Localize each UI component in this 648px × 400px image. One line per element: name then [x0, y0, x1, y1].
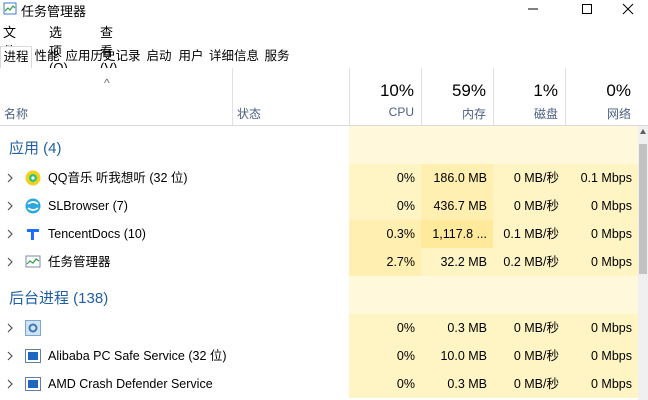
disk-value: 0 MB/秒 [493, 192, 565, 220]
close-icon [622, 3, 634, 15]
cpu-value: 2.7% [349, 248, 421, 276]
tab-startup[interactable]: 启动 [144, 46, 174, 67]
group-header-apps[interactable]: 应用 (4) [0, 126, 638, 164]
table-row[interactable]: SLBrowser (7) 0% 436.7 MB 0 MB/秒 0 Mbps [0, 192, 638, 220]
table-row[interactable]: 0% 0.3 MB 0 MB/秒 0 Mbps [0, 314, 638, 342]
header-network-label: 网络 [606, 107, 631, 121]
tencent-docs-icon [27, 229, 39, 240]
minimize-icon [528, 8, 538, 10]
service-app-icon [25, 349, 41, 363]
network-value: 0 Mbps [565, 370, 638, 398]
table-row[interactable]: AMD Crash Defender Service 0% 0.3 MB 0 M… [0, 370, 638, 398]
task-manager-icon [3, 2, 17, 15]
tab-services[interactable]: 服务 [262, 46, 292, 67]
group-title-apps: 应用 (4) [9, 140, 62, 157]
title-bar: 任务管理器 [0, 0, 648, 19]
header-cpu-percent: 10% [379, 81, 414, 100]
header-memory-percent: 59% [451, 81, 486, 100]
column-headers: ^ 名称 状态 10% CPU 59% 内存 1% 磁盘 0% 网络 [0, 68, 648, 126]
memory-value: 186.0 MB [421, 164, 493, 192]
cpu-value: 0% [349, 192, 421, 220]
scroll-up-icon[interactable] [639, 128, 647, 136]
task-manager-icon [25, 255, 41, 268]
cpu-value: 0% [349, 314, 421, 342]
group-header-background[interactable]: 后台进程 (138) [0, 276, 638, 314]
memory-value: 436.7 MB [421, 192, 493, 220]
disk-value: 0 MB/秒 [493, 370, 565, 398]
chevron-right-icon[interactable] [6, 351, 14, 361]
header-memory[interactable]: 59% 内存 [421, 68, 494, 125]
scrollbar-thumb[interactable] [639, 144, 647, 274]
disk-value: 0.1 MB/秒 [493, 220, 565, 248]
chevron-right-icon[interactable] [6, 323, 14, 333]
header-status-label: 状态 [237, 107, 262, 121]
network-value: 0 Mbps [565, 314, 638, 342]
table-row[interactable]: 任务管理器 2.7% 32.2 MB 0.2 MB/秒 0 Mbps [0, 248, 638, 276]
memory-value: 1,117.8 ... [421, 220, 493, 248]
header-cpu[interactable]: 10% CPU [349, 68, 422, 125]
process-list: 应用 (4) QQ音乐 听我想听 (32 位) 0% 186.0 MB 0 MB… [0, 126, 638, 400]
table-row[interactable]: QQ音乐 听我想听 (32 位) 0% 186.0 MB 0 MB/秒 0.1 … [0, 164, 638, 192]
header-cpu-label: CPU [388, 105, 414, 119]
tab-details[interactable]: 详细信息 [207, 46, 261, 67]
chevron-right-icon[interactable] [6, 173, 14, 183]
disk-value: 0 MB/秒 [493, 164, 565, 192]
cpu-value: 0% [349, 342, 421, 370]
disk-value: 0 MB/秒 [493, 342, 565, 370]
cpu-value: 0% [349, 164, 421, 192]
header-memory-label: 内存 [461, 107, 486, 121]
network-value: 0 Mbps [565, 342, 638, 370]
header-disk-label: 磁盘 [533, 107, 558, 121]
qq-music-icon [25, 170, 41, 186]
header-name[interactable]: ^ 名称 [0, 68, 232, 125]
header-status[interactable]: 状态 [232, 68, 350, 125]
tab-users[interactable]: 用户 [176, 46, 206, 67]
memory-value: 10.0 MB [421, 342, 493, 370]
header-disk[interactable]: 1% 磁盘 [493, 68, 566, 125]
minimize-button[interactable] [510, 0, 556, 18]
disk-value: 0 MB/秒 [493, 314, 565, 342]
window-title: 任务管理器 [21, 4, 87, 19]
tab-processes[interactable]: 进程 [0, 46, 32, 69]
cpu-value: 0% [349, 370, 421, 398]
network-value: 0 Mbps [565, 248, 638, 276]
service-app-icon [25, 377, 41, 391]
process-name: Alibaba PC Safe Service (32 位) [48, 349, 227, 363]
vertical-scrollbar[interactable] [638, 126, 648, 400]
header-name-label: 名称 [4, 107, 29, 121]
table-row[interactable]: TencentDocs (10) 0.3% 1,117.8 ... 0.1 MB… [0, 220, 638, 248]
group-title-background: 后台进程 (138) [9, 290, 109, 307]
network-value: 0 Mbps [565, 192, 638, 220]
maximize-button[interactable] [564, 0, 610, 18]
chevron-right-icon[interactable] [6, 229, 14, 239]
maximize-icon [582, 4, 592, 14]
header-network-percent: 0% [606, 81, 631, 100]
gear-service-icon [25, 320, 41, 336]
header-disk-percent: 1% [533, 81, 558, 100]
sort-ascending-icon: ^ [104, 76, 110, 90]
memory-value: 32.2 MB [421, 248, 493, 276]
disk-value: 0.2 MB/秒 [493, 248, 565, 276]
chevron-right-icon[interactable] [6, 379, 14, 389]
process-name: 任务管理器 [48, 255, 111, 269]
close-button[interactable] [608, 0, 648, 18]
table-row[interactable]: Alibaba PC Safe Service (32 位) 0% 10.0 M… [0, 342, 638, 370]
tab-app-history[interactable]: 应用历史记录 [64, 46, 142, 67]
slbrowser-icon [25, 198, 41, 214]
process-name: SLBrowser (7) [48, 199, 128, 213]
process-name: TencentDocs (10) [48, 227, 146, 241]
memory-value: 0.3 MB [421, 370, 493, 398]
network-value: 0.1 Mbps [565, 164, 638, 192]
header-network[interactable]: 0% 网络 [565, 68, 639, 125]
network-value: 0 Mbps [565, 220, 638, 248]
chevron-right-icon[interactable] [6, 257, 14, 267]
chevron-right-icon[interactable] [6, 201, 14, 211]
tab-strip: 进程 性能 应用历史记录 启动 用户 详细信息 服务 [0, 46, 648, 69]
memory-value: 0.3 MB [421, 314, 493, 342]
process-name: AMD Crash Defender Service [48, 377, 213, 391]
cpu-value: 0.3% [349, 220, 421, 248]
tab-performance[interactable]: 性能 [32, 46, 62, 67]
process-name: QQ音乐 听我想听 (32 位) [48, 171, 188, 185]
